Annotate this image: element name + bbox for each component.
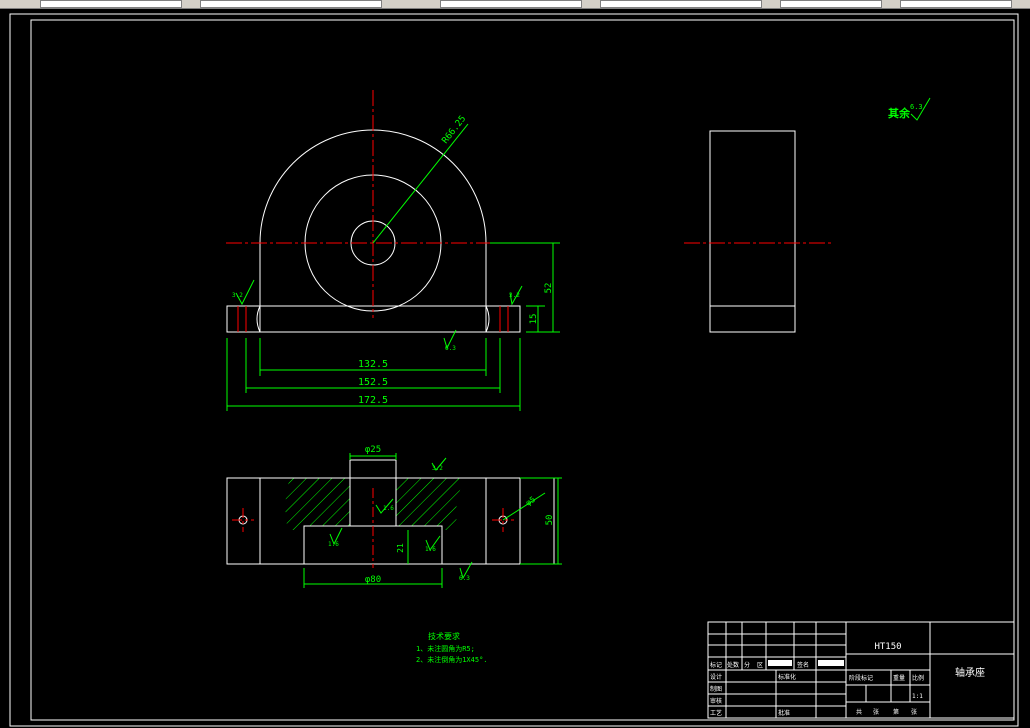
linetype-dropdown[interactable] [440,0,582,8]
front-dimensions [226,123,560,411]
plan-height-label: 50 [545,515,555,526]
plan-view [226,459,555,565]
label-count: 处数 [727,661,739,669]
front-centerlines [226,90,555,318]
bore-25-label: φ25 [365,445,381,455]
label-sheet2: 张 [911,708,917,716]
scale-label: 1:1 [912,693,923,700]
label-standardize: 标准化 [778,673,796,681]
bore-80-label: φ80 [365,575,381,585]
notes-title: 技术要求 [428,631,460,641]
part-name-label: 轴承座 [955,666,985,679]
roughness-other-value: 6.3 [910,103,923,111]
label-sheet-total: 共 [856,708,862,716]
front-roughness-symbols [235,279,523,350]
label-drafting: 制图 [710,685,722,693]
roughness-plan-left: 1.6 [328,541,339,548]
title-block-sign-bar-2 [818,660,844,666]
label-design: 设计 [710,673,722,681]
side-view [709,130,796,333]
label-zone: 分 [744,661,750,669]
label-process: 工艺 [710,709,722,717]
label-area: 区 [757,662,763,669]
height-15-label: 15 [529,314,539,325]
roughness-other-label: 其余 [888,106,911,120]
label-sheet-of: 第 [893,708,899,716]
roughness-base: 6.3 [445,345,456,352]
lineweight-dropdown[interactable] [600,0,762,8]
width-152-label: 152.5 [358,377,388,388]
cad-drawing-canvas[interactable]: R66.25 132.5 152.5 172.5 52 15 3.2 3.2 6… [0,8,1030,728]
material-label: HT150 [874,642,901,652]
label-sign: 签名 [797,661,809,669]
label-weight: 重量 [893,674,905,682]
roughness-plan-right: 1.6 [425,546,436,553]
width-132-label: 132.5 [358,359,388,370]
label-mark: 标记 [710,661,722,669]
label-ratio: 比例 [912,674,924,682]
plotstyle-dropdown[interactable] [780,0,882,8]
label-review: 审核 [710,697,722,705]
height-52-label: 52 [544,283,554,294]
roughness-plan-bottom: 6.3 [459,575,470,582]
style-dropdown[interactable] [900,0,1012,8]
label-sheet: 张 [873,708,879,716]
title-block-sign-bar-1 [768,660,792,666]
depth-21-label: 21 [396,543,405,553]
label-stage-mark: 阶段标记 [849,674,873,682]
notes-line-2: 2、未注倒角为1X45°. [416,655,488,664]
color-dropdown[interactable] [200,0,382,8]
layer-dropdown[interactable] [40,0,182,8]
outer-frame [9,13,1019,727]
label-approve: 批准 [778,709,790,717]
roughness-left-flange: 3.2 [232,292,243,299]
width-172-label: 172.5 [358,395,388,406]
roughness-plan-top: 3.2 [432,465,443,472]
notes-line-1: 1、未注圆角为R5; [416,644,475,653]
roughness-plan-center: 1.6 [383,505,394,512]
roughness-right-flange: 3.2 [509,292,520,299]
inner-frame [30,19,1015,721]
